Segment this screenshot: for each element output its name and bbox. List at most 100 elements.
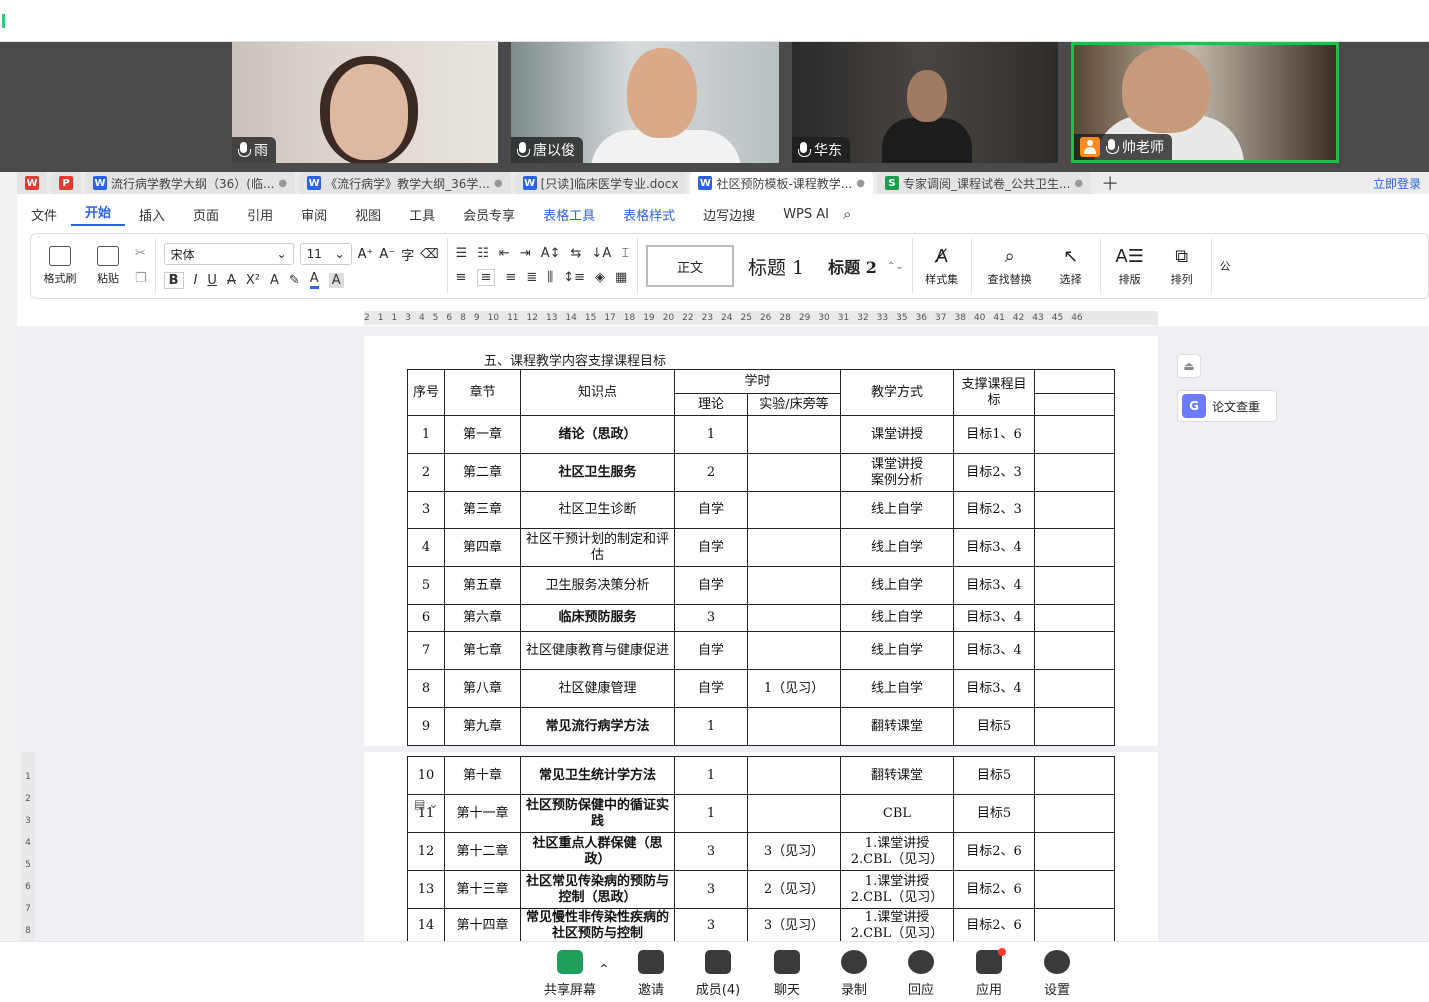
cell-method[interactable]: 线上自学: [840, 566, 954, 605]
cell-target[interactable]: 目标3、4: [953, 566, 1035, 605]
cell-knowledge-point[interactable]: 社区卫生诊断: [520, 491, 675, 529]
cell-theory-hours[interactable]: 自学: [674, 528, 748, 567]
tab-page[interactable]: 页面: [179, 205, 233, 224]
cell-no[interactable]: 3: [407, 491, 445, 529]
find-replace-button[interactable]: ⌕ 查找替换: [980, 246, 1040, 287]
react-button[interactable]: 回应: [891, 950, 951, 998]
doc-tab[interactable]: S 专家调阅_课程试卷_公共卫生... ●: [876, 172, 1092, 194]
course-content-table[interactable]: 序号 章节 知识点 学时 教学方式 支撑课程目标 理论 实验/床旁等 1 第一章绪…: [407, 369, 1115, 746]
cell-no[interactable]: 7: [407, 631, 445, 670]
cell-extra[interactable]: [1034, 756, 1115, 795]
cell-extra[interactable]: [1034, 908, 1115, 943]
superscript-icon[interactable]: X²: [246, 273, 260, 288]
doc-tab-active[interactable]: W 社区预防模板-课程教学... ●: [690, 172, 873, 194]
horizontal-ruler[interactable]: 2 1 1 3 4 5 6 8 9 10 11 12 13 14 15 17 18 19 20 22 23 24 25 26 2…: [364, 311, 1158, 325]
italic-icon[interactable]: I: [194, 273, 198, 288]
participant-tile-active-speaker[interactable]: 帅老师: [1071, 42, 1339, 163]
cell-lab-hours[interactable]: [747, 707, 841, 746]
cell-knowledge-point[interactable]: 社区健康教育与健康促进: [520, 631, 675, 670]
tab-write-search[interactable]: 边写边搜: [689, 205, 769, 224]
font-color-icon[interactable]: A: [309, 271, 319, 289]
cell-lab-hours[interactable]: 3（见习）: [747, 832, 841, 871]
cell-method[interactable]: 1.课堂讲授 2.CBL（见习）: [840, 832, 954, 871]
arrange-button[interactable]: ⧉ 排列: [1161, 246, 1203, 287]
clear-format-icon[interactable]: ⌫: [420, 247, 438, 262]
tab-table-tools[interactable]: 表格工具: [529, 205, 609, 224]
char-shading-icon[interactable]: A: [328, 272, 344, 288]
cell-extra[interactable]: [1034, 604, 1115, 632]
tab-member[interactable]: 会员专享: [449, 205, 529, 224]
chat-button[interactable]: 聊天: [757, 950, 817, 998]
cell-no[interactable]: 13: [407, 870, 445, 909]
doc-tab[interactable]: W [只读]临床医学专业.docx: [514, 172, 687, 194]
table-row[interactable]: 12 第十二章 社区重点人群保健（思政） 3 3（见习） 1.课堂讲授 2.CBL（见习）…: [407, 832, 1115, 871]
style-heading-1[interactable]: 标题 1: [734, 253, 818, 280]
cell-theory-hours[interactable]: 自学: [674, 631, 748, 670]
cut-icon[interactable]: ✂: [135, 246, 147, 261]
cell-theory-hours[interactable]: 自学: [674, 491, 748, 529]
style-normal[interactable]: 正文: [646, 245, 735, 287]
cell-no[interactable]: 2: [407, 453, 445, 492]
cell-chapter[interactable]: 第五章: [444, 566, 521, 605]
cell-method[interactable]: 线上自学: [840, 604, 954, 632]
underline-icon[interactable]: U: [207, 273, 217, 288]
cell-theory-hours[interactable]: 自学: [674, 566, 748, 605]
cell-extra[interactable]: [1034, 707, 1115, 746]
cell-target[interactable]: 目标5: [953, 756, 1035, 795]
decrease-indent-icon[interactable]: ⇤: [499, 246, 510, 261]
bold-icon[interactable]: B: [163, 271, 184, 289]
cell-theory-hours[interactable]: 1: [674, 756, 748, 795]
align-center-icon[interactable]: ≡: [476, 269, 496, 286]
cell-no[interactable]: 8: [407, 669, 445, 708]
style-set-button[interactable]: A̸ 样式集: [921, 246, 963, 287]
copy-icon[interactable]: ❐: [135, 271, 147, 286]
cell-chapter[interactable]: 第十三章: [444, 870, 521, 909]
cell-target[interactable]: 目标2、3: [953, 453, 1035, 492]
collapse-panel-button[interactable]: ⏏: [1177, 354, 1201, 378]
cell-knowledge-point[interactable]: 绪论（思政）: [520, 415, 675, 454]
table-row[interactable]: 11 第十一章 社区预防保健中的循证实践 1 CBL 目标5: [407, 794, 1115, 833]
table-row[interactable]: 9 第九章 常见流行病学方法 1 翻转课堂 目标5: [407, 707, 1115, 746]
cell-theory-hours[interactable]: 3: [674, 604, 748, 632]
tab-review[interactable]: 审阅: [287, 205, 341, 224]
cell-method[interactable]: 课堂讲授 案例分析: [840, 453, 954, 492]
cell-no[interactable]: 1: [407, 415, 445, 454]
cell-theory-hours[interactable]: 3: [674, 908, 748, 943]
tab-home[interactable]: 开始: [71, 202, 126, 226]
cell-extra[interactable]: [1034, 453, 1115, 492]
align-right-icon[interactable]: ≡: [505, 270, 516, 285]
text-direction-icon[interactable]: A↕: [541, 246, 561, 261]
cell-knowledge-point[interactable]: 社区干预计划的制定和评估: [520, 528, 675, 567]
grow-font-icon[interactable]: A⁺: [358, 247, 374, 262]
cell-target[interactable]: 目标2、6: [953, 870, 1035, 909]
more-ribbon-label[interactable]: 公: [1212, 258, 1231, 274]
cell-extra[interactable]: [1034, 832, 1115, 871]
strikethrough-icon[interactable]: A: [227, 273, 236, 288]
line-spacing-icon[interactable]: ↕≡: [563, 270, 585, 285]
tab-close-icon[interactable]: ●: [856, 178, 865, 189]
show-marks-icon[interactable]: ⌶: [621, 246, 629, 261]
settings-button[interactable]: 设置: [1027, 950, 1087, 998]
invite-button[interactable]: 邀请: [621, 950, 681, 998]
style-heading-2[interactable]: 标题 2: [818, 254, 887, 278]
cell-extra[interactable]: [1034, 669, 1115, 708]
table-row[interactable]: 10 第十章 常见卫生统计学方法 1 翻转课堂 目标5: [407, 756, 1115, 795]
apps-button[interactable]: 应用: [959, 948, 1019, 998]
cell-extra[interactable]: [1034, 566, 1115, 605]
table-row[interactable]: 3 第三章 社区卫生诊断 自学 线上自学 目标2、3: [407, 491, 1115, 529]
vertical-ruler[interactable]: 1 2 3 4 5 6 7 8: [21, 752, 35, 941]
cell-chapter[interactable]: 第九章: [444, 707, 521, 746]
cell-lab-hours[interactable]: [747, 491, 841, 529]
cell-method[interactable]: 1.课堂讲授 2.CBL（见习）: [840, 870, 954, 909]
cell-theory-hours[interactable]: 自学: [674, 669, 748, 708]
tab-wps-ai[interactable]: WPS AI: [769, 207, 843, 222]
cell-method[interactable]: 课堂讲授: [840, 415, 954, 454]
cell-lab-hours[interactable]: 1（见习）: [747, 669, 841, 708]
members-button[interactable]: 成员(4): [688, 950, 748, 998]
cell-method[interactable]: 1.课堂讲授 2.CBL（见习）: [840, 908, 954, 943]
course-content-table-continued[interactable]: 10 第十章 常见卫生统计学方法 1 翻转课堂 目标5 11 第十一章 社区预防保健中的循证实践…: [407, 756, 1115, 943]
cell-chapter[interactable]: 第一章: [444, 415, 521, 454]
cell-method[interactable]: CBL: [840, 794, 954, 833]
cell-method[interactable]: 翻转课堂: [840, 707, 954, 746]
cell-knowledge-point[interactable]: 常见慢性非传染性疾病的社区预防与控制: [520, 908, 675, 943]
